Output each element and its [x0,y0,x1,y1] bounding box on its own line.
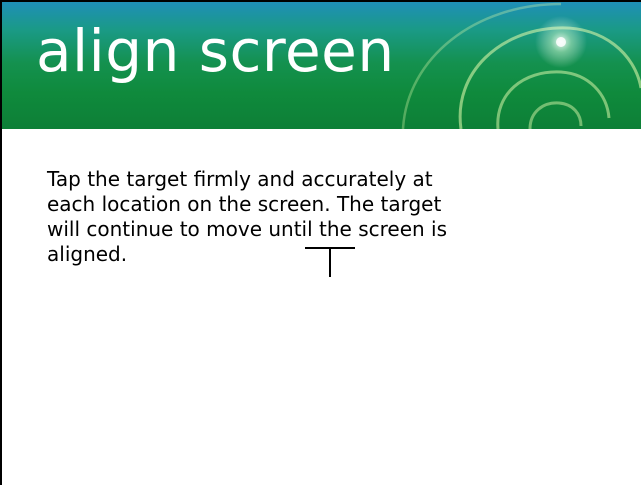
page-title: align screen [36,17,395,85]
instructions-text: Tap the target firmly and accurately at … [47,167,448,266]
align-screen-window: align screen Tap the target firmly and a… [0,0,641,485]
crosshair-vertical-line [329,247,331,277]
crosshair-target-icon[interactable] [305,247,355,277]
swirl-icon [401,2,641,129]
header-banner: align screen [2,2,641,129]
